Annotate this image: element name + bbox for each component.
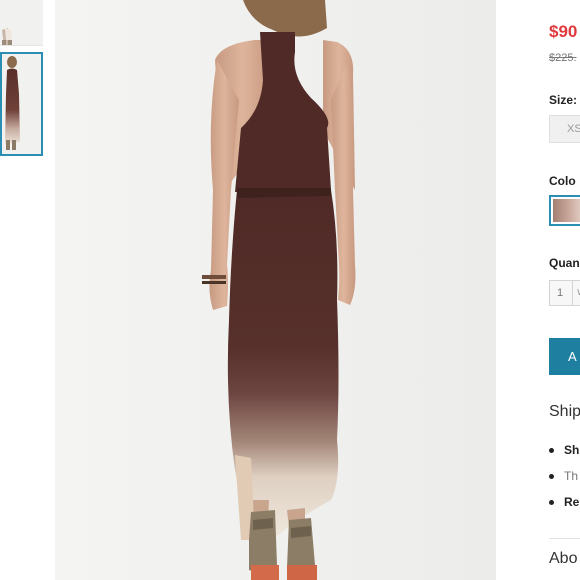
original-price: $225. xyxy=(549,52,577,64)
quantity-value: 1 xyxy=(557,287,564,299)
bullet-dot-icon xyxy=(549,448,554,454)
shipping-item-text: Sh xyxy=(564,443,580,457)
bullet-dot-icon xyxy=(549,474,554,480)
quantity-select[interactable]: 1 ∨ xyxy=(549,280,580,306)
sale-price: $90 xyxy=(549,22,578,41)
shipping-heading: Ship xyxy=(549,403,580,420)
thumbnail-front-view[interactable] xyxy=(0,0,43,46)
shipping-item-text: Th xyxy=(564,469,579,483)
size-option-xs[interactable]: XS xyxy=(549,115,580,143)
quantity-label: Quan xyxy=(549,256,580,270)
section-divider xyxy=(549,538,580,539)
bullet-dot-icon xyxy=(549,500,554,506)
size-label: Size: xyxy=(549,93,578,107)
dress-back-illustration xyxy=(55,0,496,580)
shipping-list-item: Th xyxy=(549,469,578,483)
color-label: Colo xyxy=(549,174,576,188)
thumbnail-back-view[interactable] xyxy=(0,52,43,156)
shipping-item-text: Re xyxy=(564,495,580,509)
add-to-bag-button[interactable]: A xyxy=(549,338,580,375)
color-swatch-fill xyxy=(553,199,580,222)
quantity-divider xyxy=(572,281,573,305)
about-heading: Abo xyxy=(549,550,578,567)
shipping-list-item: Sh xyxy=(549,443,579,457)
shipping-list-item: Re xyxy=(549,495,579,509)
color-swatch-selected[interactable] xyxy=(549,195,580,226)
chevron-down-icon: ∨ xyxy=(576,287,580,298)
main-product-image xyxy=(55,0,496,580)
